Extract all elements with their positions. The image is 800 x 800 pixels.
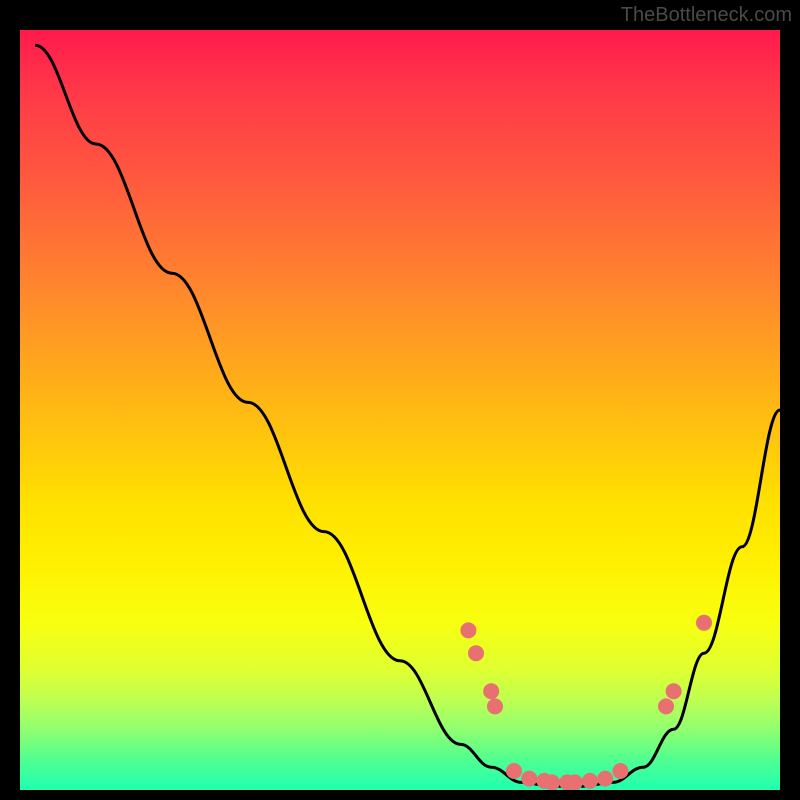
data-marker (506, 763, 522, 779)
chart-svg (20, 30, 780, 790)
data-marker (666, 683, 682, 699)
data-marker (582, 773, 598, 789)
data-marker (460, 622, 476, 638)
data-marker (487, 698, 503, 714)
data-marker (567, 774, 583, 790)
watermark-text: TheBottleneck.com (621, 4, 792, 27)
data-marker (544, 774, 560, 790)
data-marker (658, 698, 674, 714)
data-marker (597, 771, 613, 787)
marker-group (460, 615, 712, 790)
data-marker (612, 763, 628, 779)
data-marker (483, 683, 499, 699)
data-marker (521, 771, 537, 787)
chart-plot-area (20, 30, 780, 790)
data-marker (468, 645, 484, 661)
bottleneck-curve (35, 45, 780, 786)
data-marker (696, 615, 712, 631)
